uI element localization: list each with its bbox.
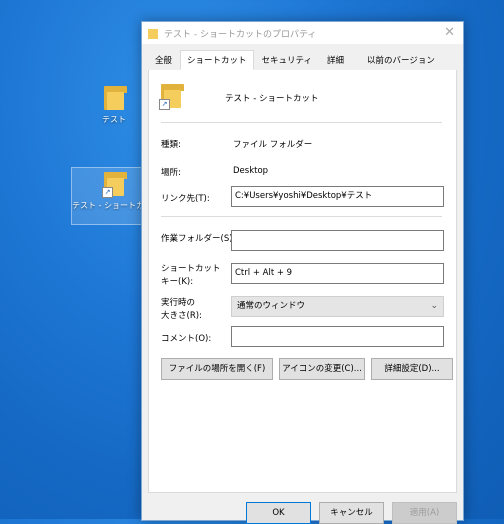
properties-dialog: テスト - ショートカットのプロパティ ✕ 全般 ショートカット セキュリティ … <box>141 21 464 524</box>
run-size-select[interactable]: 通常のウィンドウ ⌄ <box>231 296 444 317</box>
tab-strip: 全般 ショートカット セキュリティ 詳細 以前のバージョン <box>148 50 457 71</box>
divider <box>161 122 442 123</box>
chevron-down-icon: ⌄ <box>430 301 438 311</box>
close-icon[interactable]: ✕ <box>444 25 455 40</box>
comment-label: コメント(O): <box>161 334 212 344</box>
shortcut-panel: ↗ テスト - ショートカット 種類: ファイル フォルダー 場所: Deskt… <box>148 70 457 493</box>
run-label-line1: 実行時の <box>161 298 196 308</box>
apply-button: 適用(A) <box>392 502 457 524</box>
comment-field[interactable] <box>231 326 444 347</box>
target-label: リンク先(T): <box>161 194 210 204</box>
folder-shortcut-icon: ↗ <box>102 172 127 198</box>
shortcut-key-label-line2: キー(K): <box>161 277 194 287</box>
open-location-button[interactable]: ファイルの場所を開く(F) <box>161 358 273 380</box>
shortcut-folder-icon: ↗ <box>159 84 184 110</box>
tab-details[interactable]: 詳細 <box>320 52 351 71</box>
ok-button[interactable]: OK <box>246 502 311 524</box>
run-label-line2: 大きさ(R): <box>161 311 202 321</box>
workdir-field[interactable] <box>231 230 444 251</box>
target-field[interactable]: C:¥Users¥yoshi¥Desktop¥テスト <box>231 186 444 207</box>
shortcut-key-label-line1: ショートカット <box>161 264 221 274</box>
folder-icon <box>148 27 158 39</box>
shortcut-arrow-icon: ↗ <box>102 187 113 198</box>
shortcut-key-field[interactable]: Ctrl + Alt + 9 <box>231 263 444 284</box>
run-size-value: 通常のウィンドウ <box>237 301 306 311</box>
advanced-button[interactable]: 詳細設定(D)... <box>371 358 453 380</box>
type-value: ファイル フォルダー <box>233 140 313 150</box>
tab-shortcut[interactable]: ショートカット <box>180 50 254 70</box>
shortcut-arrow-icon: ↗ <box>159 99 170 110</box>
type-label: 種類: <box>161 140 181 150</box>
tab-previous-versions[interactable]: 以前のバージョン <box>360 52 442 71</box>
cancel-button[interactable]: キャンセル <box>319 502 384 524</box>
shortcut-name: テスト - ショートカット <box>225 94 319 104</box>
dialog-title: テスト - ショートカットのプロパティ <box>164 29 317 40</box>
change-icon-button[interactable]: アイコンの変更(C)... <box>279 358 365 380</box>
folder-icon <box>104 86 127 110</box>
location-label: 場所: <box>161 168 181 178</box>
divider <box>161 216 442 217</box>
title-bar[interactable]: テスト - ショートカットのプロパティ ✕ <box>142 22 463 44</box>
tab-general[interactable]: 全般 <box>148 52 179 71</box>
location-value: Desktop <box>233 166 269 176</box>
tab-security[interactable]: セキュリティ <box>255 52 320 71</box>
workdir-label: 作業フォルダー(S): <box>161 234 236 244</box>
